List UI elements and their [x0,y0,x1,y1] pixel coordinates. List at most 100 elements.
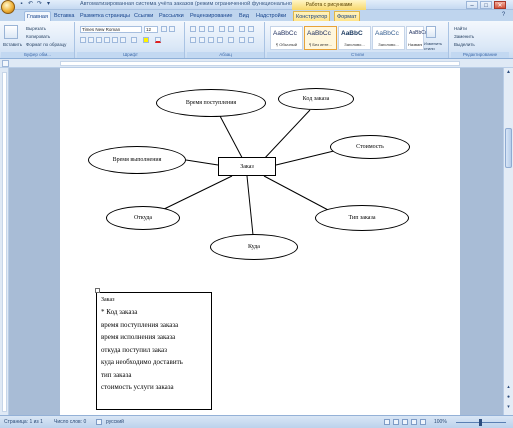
scroll-thumb[interactable] [505,128,512,168]
node-from[interactable]: Откуда [106,206,180,230]
office-button[interactable] [1,0,15,14]
node-cost[interactable]: Стоимость [330,135,410,159]
show-marks-icon[interactable] [248,26,254,32]
multilevel-list-icon[interactable] [208,26,214,32]
change-case-icon[interactable] [131,37,137,43]
tab-selector-icon[interactable] [2,60,9,67]
underline-icon[interactable] [96,37,102,43]
qat-dropdown-icon[interactable]: ▾ [45,1,52,8]
shrink-font-icon[interactable] [169,26,175,32]
font-color-icon[interactable] [155,37,161,43]
paste-icon[interactable] [4,25,18,39]
style-normal[interactable]: AaBbCc ¶ Обычный [270,26,303,50]
scroll-up-icon[interactable]: ▲ [505,69,512,76]
shading-icon[interactable] [239,37,245,43]
proofing-icon[interactable] [96,419,102,425]
horizontal-ruler[interactable] [0,59,513,68]
maximize-button[interactable]: □ [480,1,492,9]
tab-addins[interactable]: Надстройки [254,11,288,21]
node-order-code[interactable]: Код заказа [278,88,354,110]
style-title[interactable]: AaBbCc Название [406,26,427,50]
page-count[interactable]: Страница: 1 из 1 [4,419,43,425]
tab-references[interactable]: Ссылки [132,11,155,21]
full-screen-icon[interactable] [393,419,399,425]
select-browse-object-icon[interactable]: ● [505,394,512,401]
tab-page-layout[interactable]: Разметка страницы [78,11,132,21]
tab-view[interactable]: Вид [237,11,251,21]
justify-icon[interactable] [217,37,223,43]
bullets-icon[interactable] [190,26,196,32]
node-time-received[interactable]: Время поступления [156,89,266,117]
node-execution-time[interactable]: Время выполнения [88,146,186,174]
font-size-combo[interactable]: 12 [144,26,158,33]
strikethrough-icon[interactable] [104,37,110,43]
decrease-indent-icon[interactable] [219,26,225,32]
cut-button[interactable]: Вырезать [26,26,46,31]
minimize-button[interactable]: – [466,1,478,9]
vertical-ruler[interactable] [0,68,9,415]
tab-home[interactable]: Главная [24,11,51,21]
change-styles-icon[interactable] [426,26,436,38]
word-count[interactable]: Число слов: 0 [54,419,86,425]
draft-icon[interactable] [420,419,426,425]
tab-format[interactable]: Формат [334,11,360,21]
undo-icon[interactable]: ↶ [27,1,34,8]
outline-icon[interactable] [411,419,417,425]
legend-line: стоимость услуги заказа [101,383,174,391]
connector-order-code [262,109,311,161]
legend-line: * Код заказа [101,308,138,316]
highlight-icon[interactable] [143,37,149,43]
style-sample: AaBbC [341,30,363,37]
connector-cost [275,149,339,166]
style-no-spacing[interactable]: AaBbCc ¶ Без инте... [304,26,337,50]
close-button[interactable]: ✕ [494,1,506,9]
document-page[interactable]: Время поступления Код заказа Время выпол… [60,68,460,415]
copy-button[interactable]: Копировать [26,34,50,39]
language-indicator[interactable]: русский [106,419,124,425]
tab-review[interactable]: Рецензирование [188,11,234,21]
print-layout-icon[interactable] [384,419,390,425]
replace-button[interactable]: Заменить [454,34,474,39]
change-styles-button[interactable]: Изменить стили [424,41,448,51]
help-icon[interactable]: ? [500,12,507,19]
document-workspace: Время поступления Код заказа Время выпол… [0,68,513,415]
borders-icon[interactable] [248,37,254,43]
style-heading-1[interactable]: AaBbC Заголово... [338,26,371,50]
superscript-icon[interactable] [120,37,126,43]
grow-font-icon[interactable] [161,26,167,32]
italic-icon[interactable] [88,37,94,43]
node-to[interactable]: Куда [210,234,298,260]
numbering-icon[interactable] [199,26,205,32]
style-heading-2[interactable]: AaBbCc Заголово... [372,26,405,50]
select-button[interactable]: Выделить [454,42,475,47]
tab-design[interactable]: Конструктор [293,11,331,21]
paste-button[interactable]: Вставить [3,42,22,47]
redo-icon[interactable]: ↷ [36,1,43,8]
align-center-icon[interactable] [199,37,205,43]
anchor-handle-icon[interactable] [95,288,100,293]
next-page-icon[interactable]: ▾ [505,404,512,411]
line-spacing-icon[interactable] [228,37,234,43]
sort-icon[interactable] [239,26,245,32]
web-layout-icon[interactable] [402,419,408,425]
save-icon[interactable]: ▪ [18,1,25,8]
align-left-icon[interactable] [190,37,196,43]
zoom-slider-thumb[interactable] [479,419,482,426]
tab-insert[interactable]: Вставка [52,11,76,21]
vertical-scrollbar[interactable]: ▲ ▴ ● ▾ [503,68,513,415]
tab-mailings[interactable]: Рассылки [157,11,186,21]
previous-page-icon[interactable]: ▴ [505,384,512,391]
font-name-combo[interactable]: Times New Roman [80,26,142,33]
title-bar: ▪ ↶ ↷ ▾ Автоматизированная система учёта… [0,0,513,14]
format-painter-button[interactable]: Формат по образцу [26,42,66,47]
node-order-type[interactable]: Тип заказа [315,205,409,231]
paragraph-group: Абзац [187,22,265,58]
bold-icon[interactable] [80,37,86,43]
find-button[interactable]: Найти [454,26,467,31]
subscript-icon[interactable] [112,37,118,43]
zoom-level[interactable]: 100% [434,419,447,425]
node-order-center[interactable]: Заказ [218,157,276,176]
legend-textbox[interactable]: Заказ * Код заказа время поступления зак… [95,288,212,410]
increase-indent-icon[interactable] [228,26,234,32]
align-right-icon[interactable] [208,37,214,43]
